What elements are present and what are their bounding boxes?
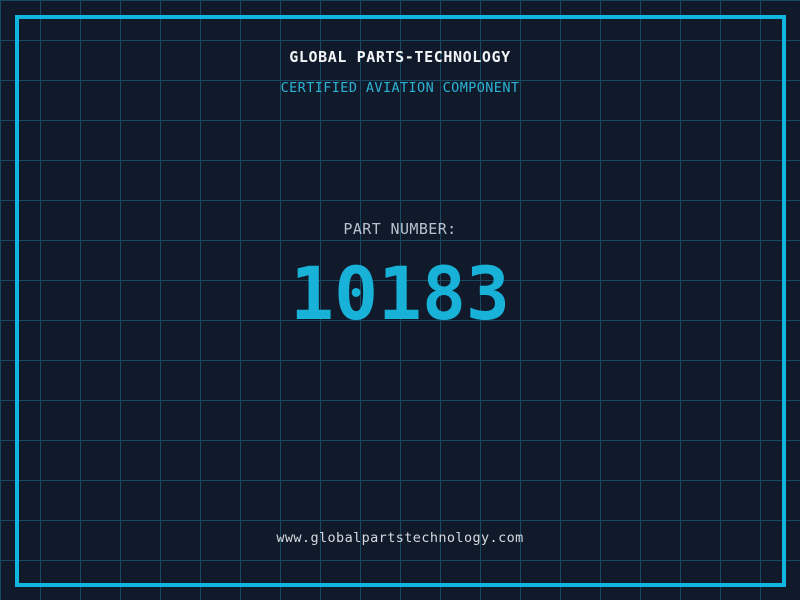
website-url: www.globalpartstechnology.com xyxy=(276,530,524,546)
part-number-value: 10183 xyxy=(290,252,510,337)
certification-subtitle: CERTIFIED AVIATION COMPONENT xyxy=(280,80,520,96)
part-number-label: PART NUMBER: xyxy=(343,220,457,238)
company-title: GLOBAL PARTS-TECHNOLOGY xyxy=(289,48,511,66)
